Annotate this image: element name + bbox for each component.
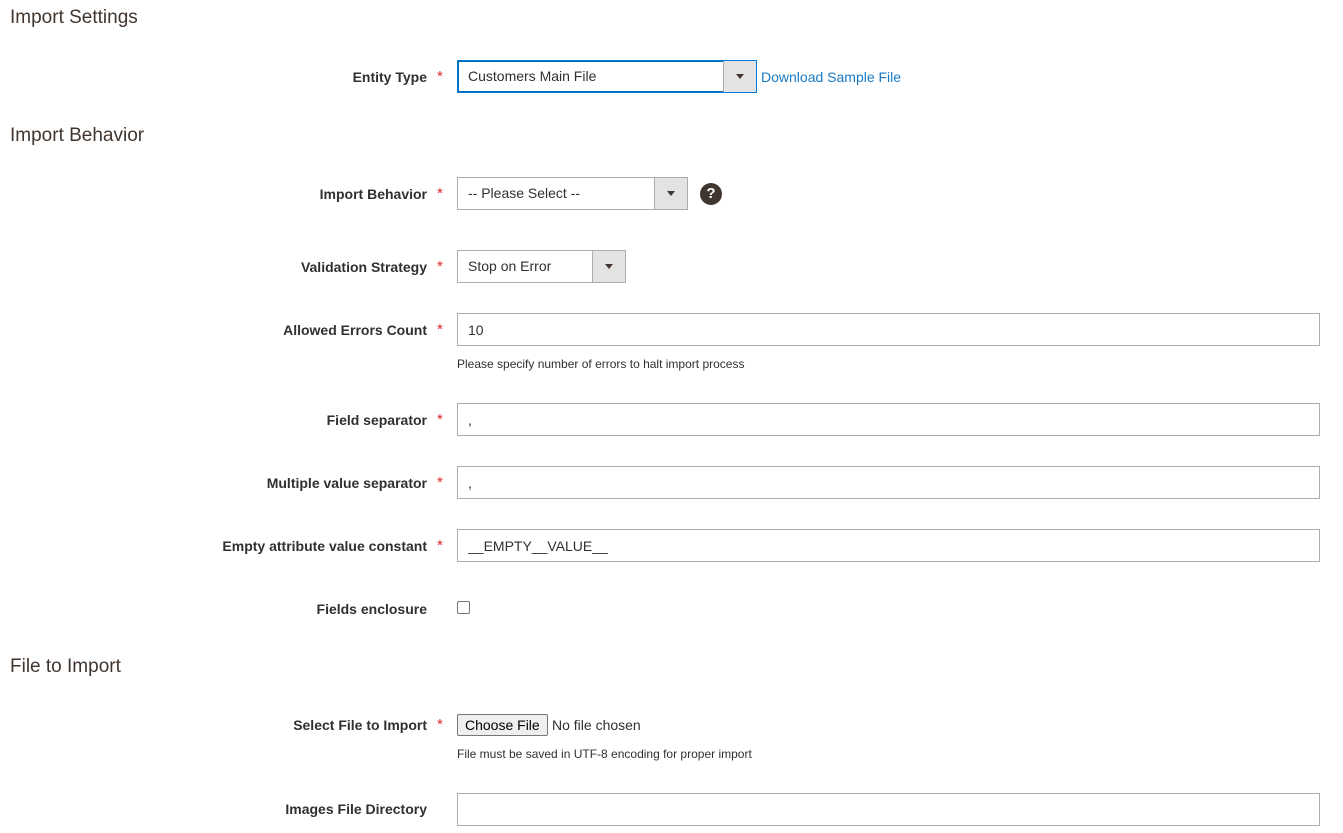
allowed-errors-input[interactable] bbox=[457, 313, 1320, 346]
select-file-note: File must be saved in UTF-8 encoding for… bbox=[457, 747, 752, 761]
chevron-down-icon[interactable] bbox=[592, 251, 625, 282]
section-title-import-behavior: Import Behavior bbox=[10, 125, 145, 146]
required-marker: * bbox=[437, 321, 443, 338]
entity-type-select[interactable]: Customers Main File bbox=[457, 60, 757, 93]
required-marker: * bbox=[437, 68, 443, 85]
import-behavior-label: Import Behavior bbox=[319, 186, 427, 202]
validation-strategy-select[interactable]: Stop on Error bbox=[457, 250, 626, 283]
required-marker: * bbox=[437, 411, 443, 428]
import-behavior-select[interactable]: -- Please Select -- bbox=[457, 177, 688, 210]
fields-enclosure-label: Fields enclosure bbox=[316, 601, 427, 617]
images-dir-input[interactable] bbox=[457, 793, 1320, 826]
entity-type-value: Customers Main File bbox=[468, 68, 597, 84]
import-page: Import Settings Entity Type * Customers … bbox=[0, 0, 1343, 833]
multiple-value-separator-input[interactable] bbox=[457, 466, 1320, 499]
download-sample-file-link[interactable]: Download Sample File bbox=[761, 68, 901, 86]
choose-file-button[interactable]: Choose File bbox=[457, 714, 548, 736]
section-title-file-to-import: File to Import bbox=[10, 656, 121, 677]
chevron-down-icon[interactable] bbox=[654, 178, 687, 209]
allowed-errors-note: Please specify number of errors to halt … bbox=[457, 357, 745, 371]
field-separator-label: Field separator bbox=[326, 412, 427, 428]
required-marker: * bbox=[437, 474, 443, 491]
section-title-import-settings: Import Settings bbox=[10, 7, 138, 28]
required-marker: * bbox=[437, 716, 443, 733]
validation-strategy-label: Validation Strategy bbox=[300, 259, 427, 275]
empty-attribute-input[interactable] bbox=[457, 529, 1320, 562]
required-marker: * bbox=[437, 185, 443, 202]
validation-strategy-value: Stop on Error bbox=[468, 258, 552, 274]
chevron-down-icon[interactable] bbox=[723, 61, 756, 92]
images-dir-label: Images File Directory bbox=[285, 801, 427, 817]
allowed-errors-label: Allowed Errors Count bbox=[283, 322, 427, 338]
help-icon[interactable]: ? bbox=[700, 183, 722, 205]
required-marker: * bbox=[437, 537, 443, 554]
file-status-text: No file chosen bbox=[552, 717, 641, 733]
import-behavior-value: -- Please Select -- bbox=[468, 185, 581, 201]
field-separator-input[interactable] bbox=[457, 403, 1320, 436]
fields-enclosure-checkbox[interactable] bbox=[457, 601, 470, 614]
required-marker: * bbox=[437, 258, 443, 275]
select-file-label: Select File to Import bbox=[293, 717, 427, 733]
multiple-value-separator-label: Multiple value separator bbox=[266, 475, 427, 491]
entity-type-label: Entity Type bbox=[352, 69, 427, 85]
empty-attribute-label: Empty attribute value constant bbox=[222, 538, 427, 554]
